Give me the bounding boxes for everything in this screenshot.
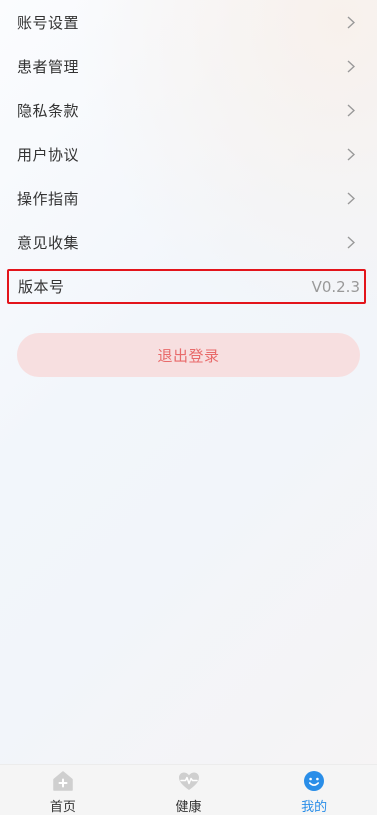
bottom-tab-bar: 首页 健康 我的 bbox=[0, 764, 377, 815]
menu-item-user-agreement[interactable]: 用户协议 bbox=[0, 132, 377, 176]
chevron-right-icon bbox=[347, 104, 355, 117]
home-plus-icon bbox=[53, 771, 73, 791]
chevron-right-icon bbox=[347, 148, 355, 161]
version-label: 版本号 bbox=[18, 278, 65, 296]
chevron-right-icon bbox=[347, 192, 355, 205]
menu-item-operation-guide[interactable]: 操作指南 bbox=[0, 176, 377, 220]
menu-item-label: 患者管理 bbox=[17, 57, 80, 76]
menu-item-label: 账号设置 bbox=[17, 13, 80, 32]
version-row: 版本号 V0.2.3 bbox=[7, 269, 366, 304]
smiley-face-icon bbox=[304, 771, 325, 791]
menu-item-label: 操作指南 bbox=[17, 189, 80, 208]
menu-item-label: 用户协议 bbox=[17, 145, 80, 164]
menu-item-label: 意见收集 bbox=[17, 233, 80, 252]
menu-item-label: 隐私条款 bbox=[17, 101, 80, 120]
menu-item-patient-management[interactable]: 患者管理 bbox=[0, 44, 377, 88]
version-value: V0.2.3 bbox=[311, 277, 360, 296]
chevron-right-icon bbox=[347, 236, 355, 249]
tab-label: 首页 bbox=[49, 800, 76, 815]
menu-item-feedback[interactable]: 意见收集 bbox=[0, 220, 377, 264]
menu-item-privacy-terms[interactable]: 隐私条款 bbox=[0, 88, 377, 132]
tab-mine[interactable]: 我的 bbox=[251, 765, 377, 815]
chevron-right-icon bbox=[347, 16, 355, 29]
tab-label: 我的 bbox=[301, 800, 328, 815]
logout-button[interactable]: 退出登录 bbox=[17, 333, 360, 377]
chevron-right-icon bbox=[347, 60, 355, 73]
settings-menu: 账号设置 患者管理 隐私条款 用户协议 操作指南 意见收集 bbox=[0, 0, 377, 264]
menu-item-account-settings[interactable]: 账号设置 bbox=[0, 0, 377, 44]
tab-home[interactable]: 首页 bbox=[0, 765, 126, 815]
tab-label: 健康 bbox=[175, 800, 202, 815]
heart-pulse-icon bbox=[178, 772, 199, 790]
tab-health[interactable]: 健康 bbox=[126, 765, 252, 815]
